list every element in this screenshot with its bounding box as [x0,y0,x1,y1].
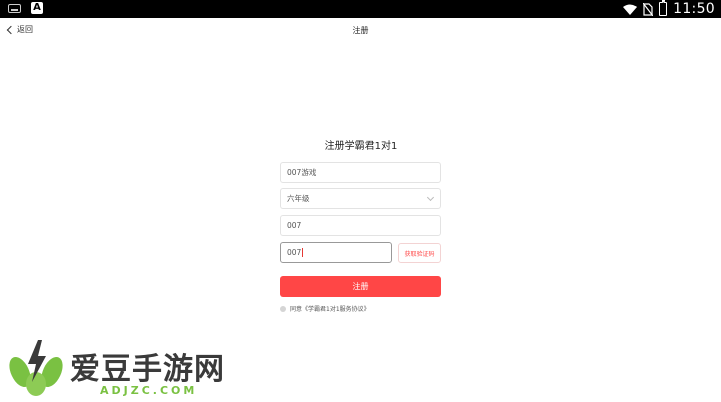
watermark-en-text: ADJZC.COM [100,384,198,397]
app-notification-icon: A [31,2,43,14]
verification-code-input[interactable]: 007 [280,242,392,263]
lightning-leaf-icon [9,340,63,396]
grade-value: 六年级 [287,194,310,203]
nickname-input[interactable]: 007游戏 [280,162,441,183]
get-code-button[interactable]: 获取验证码 [398,243,441,263]
wifi-icon [623,4,638,15]
agreement-text: 同意《学霸君1对1服务协议》 [290,306,370,313]
no-sim-icon [643,2,654,16]
phone-value: 007 [287,221,302,230]
chevron-down-icon [426,193,435,202]
grade-select[interactable]: 六年级 [280,188,441,209]
text-caret [302,248,304,257]
code-value: 007 [287,248,302,257]
keyboard-icon [8,3,21,13]
status-time: 11:50 [673,1,715,17]
page-title: 注册 [352,26,369,35]
phone-input[interactable]: 007 [280,215,441,236]
register-button[interactable]: 注册 [280,276,441,297]
agreement-row[interactable]: 同意《学霸君1对1服务协议》 [280,304,370,313]
watermark-logo: 爱豆手游网 ADJZC.COM [8,338,248,400]
agreement-radio[interactable] [280,305,286,312]
battery-icon [659,0,668,16]
form-title: 注册学霸君1对1 [324,141,398,152]
nickname-value: 007游戏 [287,168,317,177]
nav-header: 返回 注册 [0,18,721,44]
watermark-cn-text: 爱豆手游网 [70,352,225,387]
status-bar: A 11:50 [0,0,721,18]
